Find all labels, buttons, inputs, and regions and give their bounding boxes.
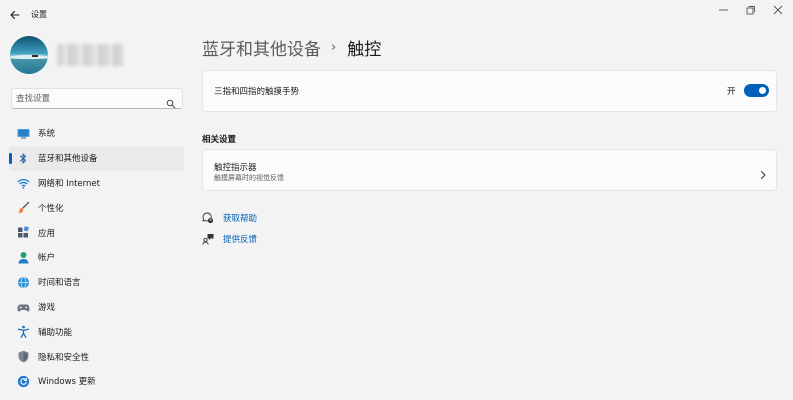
sidebar-item-privacy-security[interactable]: 隐私和安全性	[9, 344, 184, 369]
avatar[interactable]	[10, 36, 48, 74]
sidebar-nav: 系统 蓝牙和其他设备 网络和 Internet 个性化 应用 帐户 时间和语言 …	[9, 121, 184, 394]
page-title: 触控	[347, 40, 382, 60]
search-icon[interactable]	[166, 94, 176, 109]
app-title: 设置	[31, 10, 47, 19]
sidebar-item-label: 游戏	[38, 302, 56, 313]
sidebar-item-apps[interactable]: 应用	[9, 220, 184, 245]
sidebar-item-personalization[interactable]: 个性化	[9, 195, 184, 220]
touch-gesture-label: 三指和四指的触摸手势	[214, 87, 300, 97]
sidebar-item-label: 个性化	[38, 203, 64, 214]
account-icon	[17, 251, 30, 264]
touch-gesture-toggle[interactable]	[744, 84, 769, 97]
help-icon	[202, 212, 214, 224]
sidebar-item-label: 应用	[38, 228, 56, 239]
close-icon[interactable]	[769, 3, 787, 17]
sidebar-item-label: 时间和语言	[38, 278, 81, 289]
search-box[interactable]	[11, 88, 183, 109]
sidebar-item-accessibility[interactable]: 辅助功能	[9, 319, 184, 344]
time-language-icon	[17, 276, 30, 289]
sidebar-item-gaming[interactable]: 游戏	[9, 295, 184, 320]
get-help-link[interactable]: 获取帮助	[223, 212, 257, 224]
sidebar-item-label: 辅助功能	[38, 327, 73, 338]
restore-icon[interactable]	[741, 3, 759, 17]
touch-indicator-subtitle: 触摸屏幕时的视觉反馈	[214, 174, 284, 182]
sidebar-item-accounts[interactable]: 帐户	[9, 245, 184, 270]
sidebar-item-windows-update[interactable]: Windows 更新	[9, 369, 184, 394]
sidebar-item-label: Windows 更新	[38, 377, 96, 388]
breadcrumb-separator: ›	[331, 40, 337, 55]
sidebar-item-label: 网络和 Internet	[38, 178, 100, 189]
touch-indicator-card[interactable]: 触控指示器 触摸屏幕时的视觉反馈	[202, 149, 777, 191]
bluetooth-icon	[17, 152, 30, 165]
sidebar-item-system[interactable]: 系统	[9, 121, 184, 146]
minimize-icon[interactable]	[715, 3, 733, 17]
brush-icon	[17, 201, 30, 214]
touch-indicator-title: 触控指示器	[214, 163, 257, 173]
give-feedback-link[interactable]: 提供反馈	[223, 233, 257, 245]
sidebar-item-network[interactable]: 网络和 Internet	[9, 171, 184, 196]
chevron-right-icon	[759, 165, 767, 179]
related-settings-title: 相关设置	[202, 135, 237, 145]
back-arrow-icon[interactable]	[6, 6, 24, 24]
sidebar-item-bluetooth-devices[interactable]: 蓝牙和其他设备	[9, 145, 184, 171]
feedback-icon	[202, 233, 214, 245]
gamepad-icon	[17, 301, 30, 314]
sidebar-item-label: 蓝牙和其他设备	[38, 154, 98, 165]
update-icon	[17, 375, 30, 388]
search-input[interactable]	[16, 92, 156, 105]
wifi-icon	[17, 177, 30, 190]
accessibility-icon	[17, 325, 30, 339]
apps-icon	[17, 226, 30, 239]
sidebar-item-time-language[interactable]: 时间和语言	[9, 270, 184, 295]
shield-icon	[17, 350, 30, 363]
touch-gesture-card: 三指和四指的触摸手势 开	[202, 70, 777, 112]
toggle-state-label: 开	[727, 87, 736, 97]
username-blurred	[57, 44, 123, 66]
toggle-knob	[759, 87, 766, 94]
get-help-link-row[interactable]: 获取帮助	[202, 211, 257, 225]
breadcrumb: 蓝牙和其他设备 › 触控	[202, 35, 381, 60]
system-icon	[17, 127, 30, 140]
sidebar-item-label: 隐私和安全性	[38, 352, 90, 363]
breadcrumb-parent[interactable]: 蓝牙和其他设备	[202, 35, 321, 60]
give-feedback-link-row[interactable]: 提供反馈	[202, 232, 257, 246]
sidebar-item-label: 系统	[38, 129, 56, 140]
title-bar: 设置	[0, 0, 793, 30]
sidebar-item-label: 帐户	[38, 253, 56, 264]
